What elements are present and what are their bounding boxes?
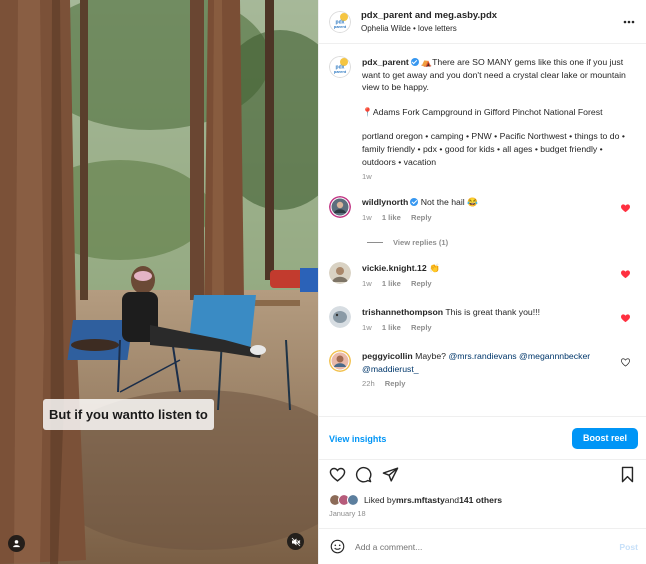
verified-badge-icon: [410, 58, 419, 66]
comment-item: peggyicollin Maybe? @mrs.randievans @meg…: [329, 350, 636, 402]
comment-likes[interactable]: 1 like: [382, 323, 401, 332]
liked-heart-icon[interactable]: [621, 314, 630, 323]
post-actions: [329, 466, 636, 486]
comment-username[interactable]: trishannethompson: [362, 307, 443, 317]
comment-time: 22h: [362, 379, 375, 389]
author-avatar[interactable]: pdx parent: [329, 10, 351, 33]
save-icon[interactable]: [619, 466, 636, 483]
comment-time: 1w: [362, 322, 372, 332]
comments-scroll-area[interactable]: pdx parent pdx_parent ⛺There are SO MANY…: [319, 45, 646, 415]
comment-likes[interactable]: 1 like: [382, 279, 401, 288]
heart-outline-icon[interactable]: [621, 358, 630, 367]
speaker-muted-icon[interactable]: [287, 533, 304, 550]
likes-summary[interactable]: Liked by mrs.mftasty and 141 others: [329, 493, 636, 507]
post-header: pdx parent pdx_parent and meg.asby.pdx O…: [319, 0, 646, 44]
liker-avatar: [347, 494, 359, 506]
add-comment-bar: Post: [319, 528, 646, 564]
liked-by-user[interactable]: mrs.mftasty: [396, 495, 445, 505]
post-caption: pdx parent pdx_parent ⛺There are SO MANY…: [329, 56, 636, 186]
caption-location: 📍Adams Fork Campground in Gifford Pincho…: [362, 106, 603, 117]
view-replies-button[interactable]: View replies (1): [367, 238, 448, 247]
comment-text: 👏: [429, 263, 440, 273]
reply-button[interactable]: Reply: [411, 279, 432, 288]
heart-icon[interactable]: [329, 466, 346, 483]
share-icon[interactable]: [382, 466, 399, 483]
comment-text: Maybe?: [415, 351, 449, 361]
commenter-avatar[interactable]: [329, 350, 351, 372]
reply-button[interactable]: Reply: [385, 379, 406, 388]
comment-time: 1w: [362, 212, 372, 222]
comment-time: 1w: [362, 278, 372, 288]
replies-divider: [367, 242, 383, 243]
reel-video[interactable]: But if you wantto listen to: [0, 0, 318, 564]
post-details-panel: pdx parent pdx_parent and meg.asby.pdx O…: [318, 0, 646, 564]
post-author-title[interactable]: pdx_parent and meg.asby.pdx: [361, 9, 497, 22]
more-horizontal-icon[interactable]: [622, 15, 636, 29]
liked-heart-icon[interactable]: [621, 204, 630, 213]
caption-tags: portland oregon • camping • PNW • Pacifi…: [362, 131, 625, 167]
commenter-avatar[interactable]: [329, 262, 351, 284]
user-tag-icon[interactable]: [8, 535, 25, 552]
comment-username[interactable]: wildlynorth: [362, 197, 408, 207]
likes-middle: and: [444, 495, 460, 505]
liker-avatars: [329, 494, 359, 506]
svg-text:parent: parent: [334, 69, 347, 74]
commenter-avatar[interactable]: [329, 196, 351, 218]
comment-icon[interactable]: [355, 466, 372, 483]
caption-time: 1w: [362, 172, 372, 182]
view-replies-label[interactable]: View replies (1): [393, 238, 448, 247]
post-modal: But if you wantto listen to pdx parent p…: [0, 0, 646, 564]
commenter-avatar[interactable]: [329, 306, 351, 328]
comment-text: This is great thank you!!!: [445, 307, 541, 317]
svg-text:parent: parent: [334, 24, 347, 29]
verified-badge-icon: [410, 198, 419, 206]
comment-item: wildlynorth Not the hail 😂 1w 1 like Rep…: [329, 196, 636, 236]
comment-item: trishannethompson This is great thank yo…: [329, 306, 636, 346]
add-comment-input[interactable]: [355, 538, 595, 556]
post-comment-button[interactable]: Post: [619, 542, 638, 552]
reply-button[interactable]: Reply: [411, 323, 432, 332]
campground-scene-illustration: [0, 0, 318, 564]
liked-heart-icon[interactable]: [621, 270, 630, 279]
comment-likes[interactable]: 1 like: [382, 213, 401, 222]
comment-text: Not the hail 😂: [420, 197, 478, 207]
boost-reel-button[interactable]: Boost reel: [572, 428, 638, 449]
comment-item: vickie.knight.12 👏 1w 1 like Reply: [329, 262, 636, 302]
reply-button[interactable]: Reply: [411, 213, 432, 222]
caption-username[interactable]: pdx_parent: [362, 57, 409, 67]
likes-others[interactable]: 141 others: [459, 495, 502, 505]
audio-attribution[interactable]: Ophelia Wilde • love letters: [361, 22, 497, 35]
emoji-icon[interactable]: [330, 539, 345, 554]
view-insights-link[interactable]: View insights: [329, 434, 386, 444]
post-date: January 18: [329, 509, 366, 518]
comment-username[interactable]: vickie.knight.12: [362, 263, 427, 273]
author-avatar-small[interactable]: pdx parent: [329, 56, 351, 78]
video-text-overlay: But if you wantto listen to: [43, 399, 214, 430]
insights-bar: View insights Boost reel: [319, 416, 646, 460]
likes-prefix: Liked by: [364, 495, 397, 505]
comment-username[interactable]: peggyicollin: [362, 351, 413, 361]
